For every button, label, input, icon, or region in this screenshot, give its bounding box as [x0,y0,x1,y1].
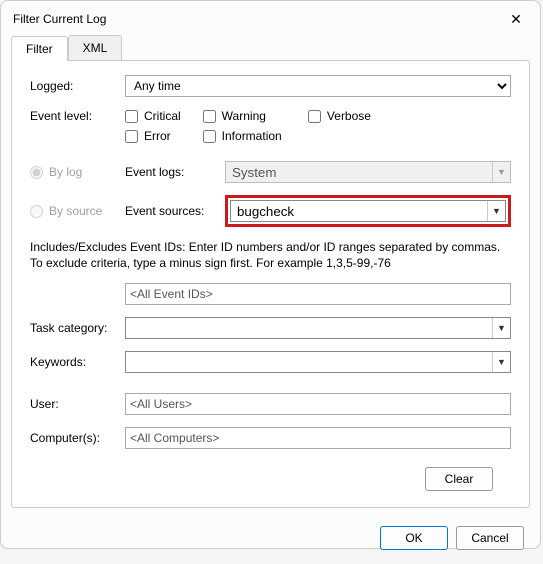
radio-by-source[interactable] [30,205,43,218]
checkbox-verbose-label: Verbose [327,109,371,123]
chevron-down-icon: ▼ [492,162,510,182]
checkbox-warning[interactable] [203,110,216,123]
chevron-down-icon[interactable]: ▼ [492,318,510,338]
clear-button[interactable]: Clear [425,467,493,491]
checkbox-critical-label: Critical [144,109,181,123]
label-logged: Logged: [30,79,125,93]
window-title: Filter Current Log [13,12,106,26]
user-input[interactable] [125,393,511,415]
checkbox-information-label: Information [222,129,282,143]
chevron-down-icon[interactable]: ▼ [487,201,505,221]
tab-xml[interactable]: XML [68,35,123,60]
event-sources-input[interactable] [231,201,487,221]
radio-by-log-label: By log [49,165,82,179]
tab-strip: Filter XML [1,35,540,60]
dialog-footer: OK Cancel [1,518,540,564]
event-ids-description: Includes/Excludes Event IDs: Enter ID nu… [30,239,511,271]
label-event-level: Event level: [30,109,125,123]
checkbox-verbose[interactable] [308,110,321,123]
label-task-category: Task category: [30,321,125,335]
close-button[interactable]: ✕ [502,9,530,29]
computers-input[interactable] [125,427,511,449]
titlebar: Filter Current Log ✕ [1,1,540,35]
checkbox-error[interactable] [125,130,138,143]
label-event-sources: Event sources: [125,204,225,218]
checkbox-error-label: Error [144,129,171,143]
event-logs-input [226,162,492,182]
cancel-button[interactable]: Cancel [456,526,524,550]
label-user: User: [30,397,125,411]
ok-button[interactable]: OK [380,526,448,550]
event-sources-highlight: ▼ [225,195,511,227]
task-category-dropdown[interactable]: ▼ [125,317,511,339]
logged-dropdown[interactable]: Any time [125,75,511,97]
keywords-input[interactable] [126,352,492,372]
event-sources-dropdown[interactable]: ▼ [230,200,506,222]
keywords-dropdown[interactable]: ▼ [125,351,511,373]
tab-filter[interactable]: Filter [11,36,68,61]
close-icon: ✕ [510,11,522,28]
event-ids-input[interactable] [125,283,511,305]
checkbox-critical[interactable] [125,110,138,123]
checkbox-warning-label: Warning [222,109,266,123]
radio-by-log[interactable] [30,166,43,179]
event-logs-dropdown[interactable]: ▼ [225,161,511,183]
filter-panel: Logged: Any time Event level: Critical W… [11,60,530,508]
label-computers: Computer(s): [30,431,125,445]
task-category-input[interactable] [126,318,492,338]
label-event-logs: Event logs: [125,165,225,179]
label-keywords: Keywords: [30,355,125,369]
checkbox-information[interactable] [203,130,216,143]
radio-by-source-label: By source [49,204,102,218]
chevron-down-icon[interactable]: ▼ [492,352,510,372]
dialog-window: Filter Current Log ✕ Filter XML Logged: … [0,0,541,549]
